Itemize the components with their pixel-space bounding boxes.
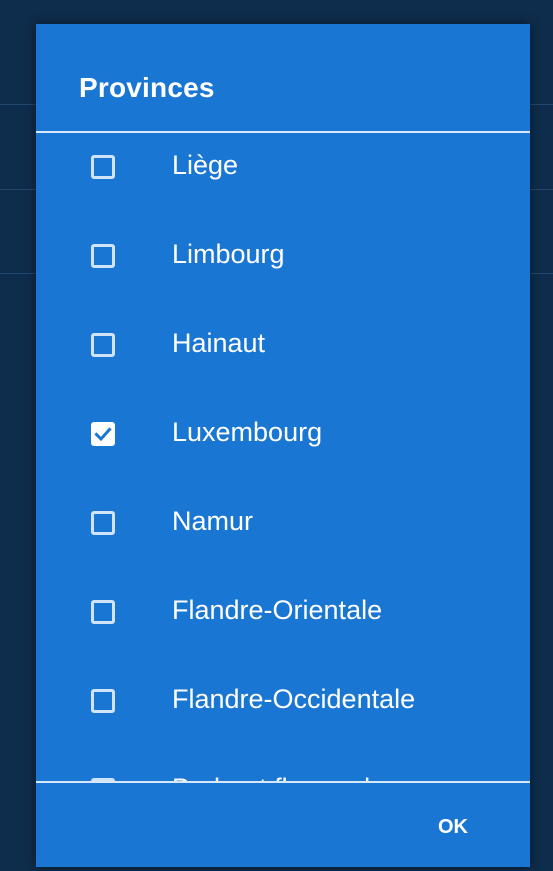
- option-label: Namur: [172, 506, 254, 536]
- option-hainaut[interactable]: Hainaut: [36, 311, 530, 400]
- checkbox-flandre-occidentale[interactable]: [91, 689, 115, 713]
- provinces-dialog: Provinces Liège Limbourg Hainaut Luxembo…: [36, 24, 530, 867]
- checkmark-icon: [94, 427, 112, 442]
- option-label: Hainaut: [172, 328, 266, 358]
- option-label: Liège: [172, 150, 239, 180]
- option-brabant-flamand[interactable]: Brabant flamand: [36, 756, 530, 781]
- checkbox-limbourg[interactable]: [91, 244, 115, 268]
- option-label: Luxembourg: [172, 417, 323, 447]
- checkbox-flandre-orientale[interactable]: [91, 600, 115, 624]
- option-flandre-orientale[interactable]: Flandre-Orientale: [36, 578, 530, 667]
- option-luxembourg[interactable]: Luxembourg: [36, 400, 530, 489]
- ok-button[interactable]: OK: [432, 812, 474, 842]
- option-label: Flandre-Occidentale: [172, 684, 416, 714]
- checkbox-liege[interactable]: [91, 155, 115, 179]
- option-namur[interactable]: Namur: [36, 489, 530, 578]
- checkbox-luxembourg[interactable]: [91, 422, 115, 446]
- option-liege[interactable]: Liège: [36, 133, 530, 222]
- option-flandre-occidentale[interactable]: Flandre-Occidentale: [36, 667, 530, 756]
- option-limbourg[interactable]: Limbourg: [36, 222, 530, 311]
- checkbox-namur[interactable]: [91, 511, 115, 535]
- actions-divider: [36, 781, 530, 783]
- option-label: Limbourg: [172, 239, 285, 269]
- checkbox-hainaut[interactable]: [91, 333, 115, 357]
- option-label: Flandre-Orientale: [172, 595, 383, 625]
- option-label: Brabant flamand: [172, 773, 370, 781]
- dialog-title: Provinces: [79, 72, 215, 103]
- province-options-list[interactable]: Liège Limbourg Hainaut Luxembourg Namur …: [36, 133, 530, 781]
